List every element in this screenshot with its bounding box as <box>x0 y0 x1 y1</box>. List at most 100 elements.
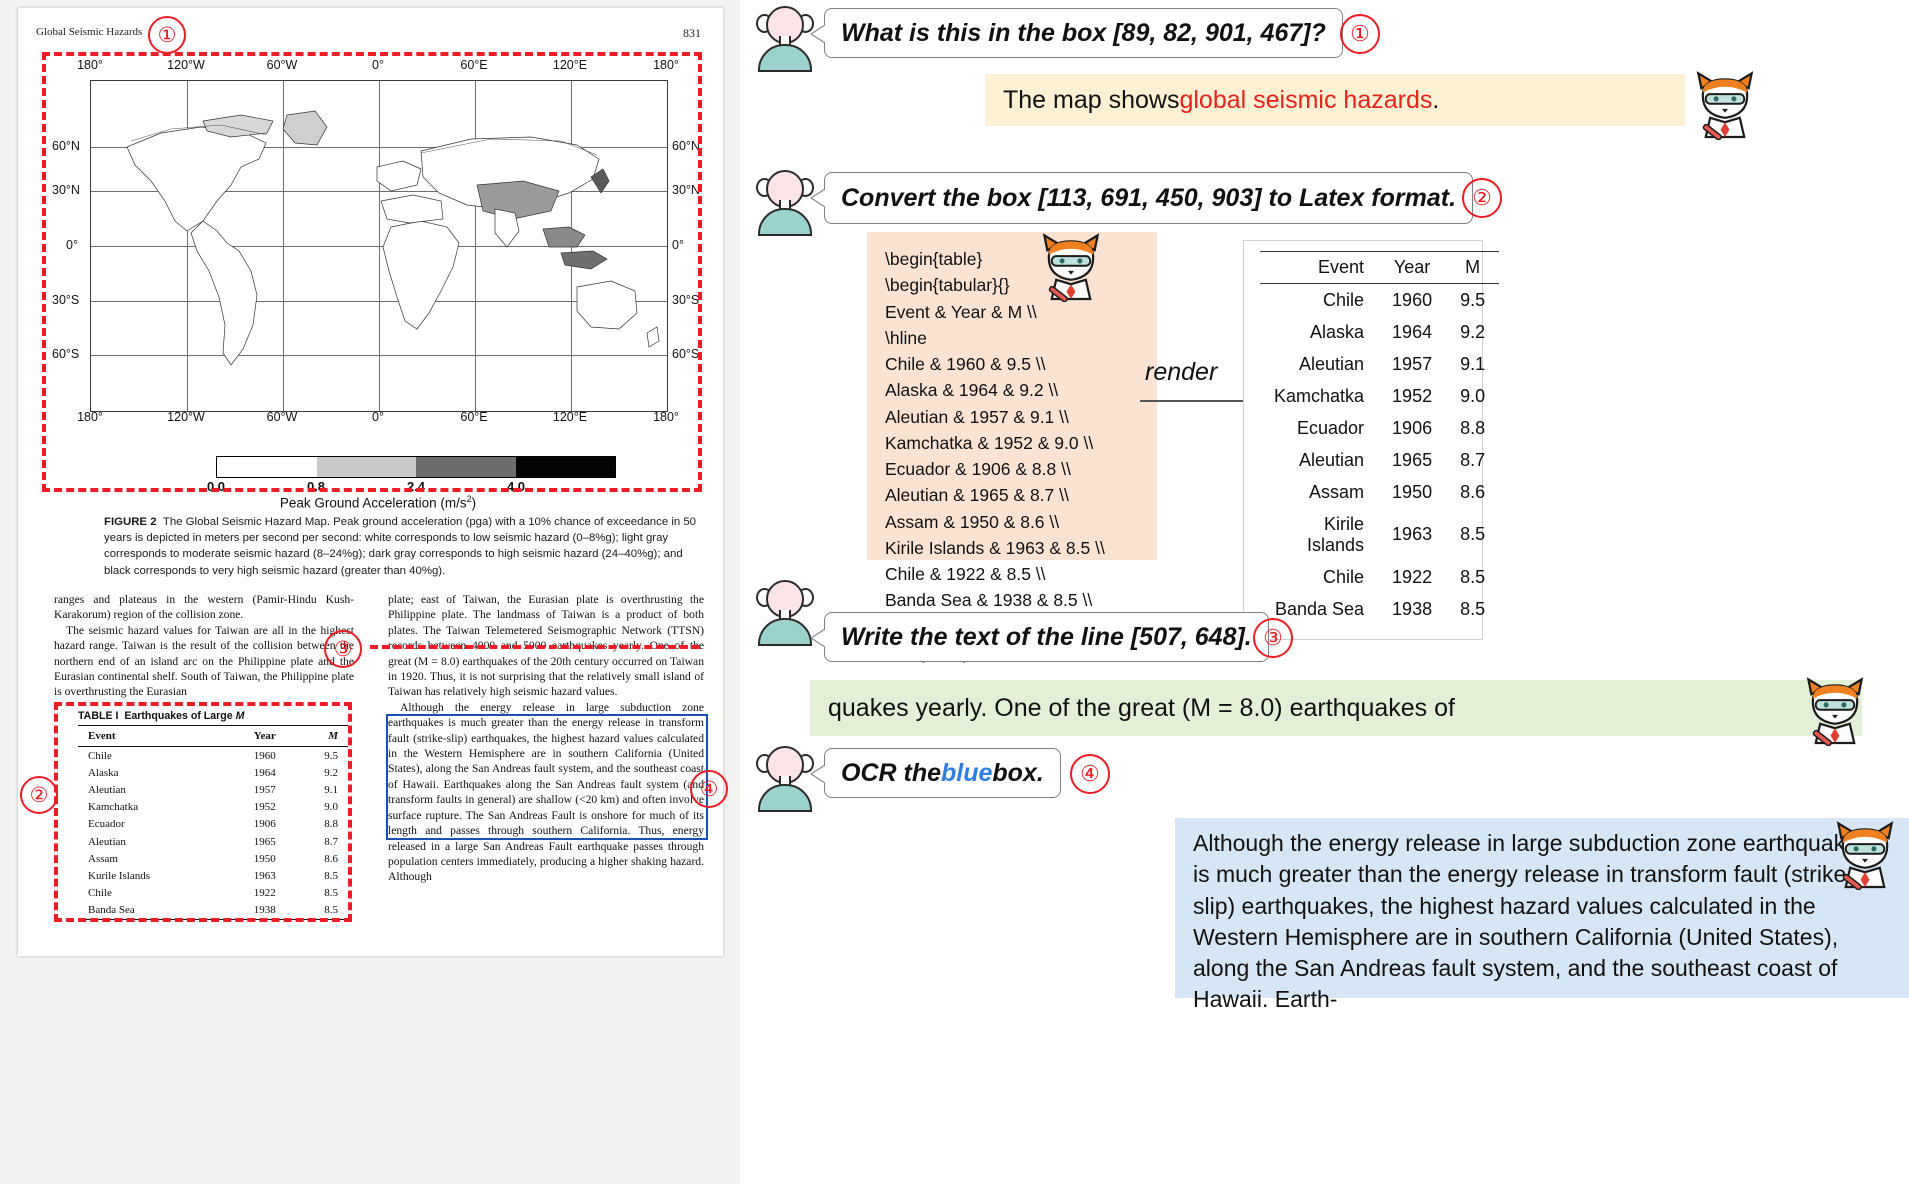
cell-event: Aleutian <box>1298 353 1365 374</box>
bubble-tail-icon-1 <box>812 25 826 43</box>
red-line-annotation <box>370 645 700 649</box>
cell-event: Ecuador <box>1297 417 1365 438</box>
marker-3-chat: ③ <box>1253 618 1293 658</box>
question-bubble-4[interactable]: OCR the blue box. <box>812 748 1061 798</box>
cell-event: Assam <box>1309 481 1365 502</box>
rendered-table-body: Chile 1960 9.5 Alaska 1964 9.2 Aleutian 1957 9.1… <box>1260 284 1499 626</box>
table-row: Aleutian 1957 9.1 <box>1260 348 1499 380</box>
bubble-tail-icon-2 <box>812 189 826 207</box>
answer-text-3: quakes yearly. One of the great (M = 8.0… <box>828 693 1455 722</box>
body-column-left: ranges and plateaus in the western (Pami… <box>54 592 354 700</box>
question-4-prefix: OCR the <box>841 758 941 787</box>
cell-magnitude: 8.7 <box>1460 449 1486 470</box>
table-row: Alaska 1964 9.2 <box>1260 316 1499 348</box>
question-text-1: What is this in the box [89, 82, 901, 46… <box>841 18 1326 47</box>
cell-event: Kirile Islands <box>1307 513 1365 555</box>
cell-event: Chile <box>1323 566 1365 587</box>
answer-bubble-4: Although the energy release in large sub… <box>1175 818 1909 1012</box>
answer-bubble-1: The map shows global seismic hazards. <box>985 74 1685 126</box>
bubble-tail-icon-3 <box>812 629 826 647</box>
cell-year: 1960 <box>1392 289 1433 310</box>
table-row: Kamchatka 1952 9.0 <box>1260 380 1499 412</box>
cell-year: 1952 <box>1392 385 1433 406</box>
answer-text-4: Although the energy release in large sub… <box>1193 830 1870 1013</box>
latex-code-block: \begin{table} \begin{tabular}{} Event & … <box>867 232 1157 663</box>
rendered-table: Event Year M Chile 1960 9.5 Alaska 1964 9.2 Al… <box>1243 240 1500 640</box>
rendered-table-element: Event Year M Chile 1960 9.5 Alaska 1964 9.2 Al… <box>1260 251 1500 626</box>
cell-year: 1965 <box>1392 449 1433 470</box>
question-bubble-3[interactable]: Write the text of the line [507, 648]. <box>812 612 1269 662</box>
table-row: Aleutian 1965 8.7 <box>1260 444 1499 476</box>
cell-event: Alaska <box>1310 321 1365 342</box>
figure-caption: FIGURE 2 The Global Seismic Hazard Map. … <box>104 514 704 579</box>
colorbar-title: Peak Ground Acceleration (m/s2) <box>68 494 688 511</box>
avatar-body-icon <box>758 44 812 72</box>
avatar-body-icon-2 <box>758 208 812 236</box>
marker-3-document: ③ <box>324 630 362 668</box>
bubble-tail-icon-4 <box>812 765 826 783</box>
table-row: Assam 1950 8.6 <box>1260 476 1499 508</box>
cell-magnitude: 8.5 <box>1460 598 1486 619</box>
figure-caption-label: FIGURE 2 <box>104 516 157 528</box>
figure-caption-text: The Global Seismic Hazard Map. Peak grou… <box>104 516 697 577</box>
answer-1-prefix: The map shows <box>1003 85 1180 114</box>
running-head: Global Seismic Hazards <box>36 26 143 38</box>
user-avatar-3 <box>752 578 814 646</box>
cell-year: 1950 <box>1392 481 1433 502</box>
answer-1-highlight: global seismic hazards <box>1179 85 1433 114</box>
colorbar-title-main: Peak Ground Acceleration (m/s <box>279 495 467 511</box>
blue-annotation-box <box>386 714 708 840</box>
question-bubble-2[interactable]: Convert the box [113, 691, 450, 903] to … <box>812 172 1474 224</box>
rendered-header-event: Event <box>1260 251 1379 284</box>
question-text-3: Write the text of the line [507, 648]. <box>841 622 1252 651</box>
marker-1-document: ① <box>148 16 186 54</box>
document-page: Global Seismic Hazards 831 180° 120°W 60… <box>18 8 728 956</box>
avatar-body-icon-4 <box>758 784 812 812</box>
question-4-suffix: box. <box>992 758 1044 787</box>
user-avatar-1 <box>752 4 814 72</box>
table-row: Chile 1922 8.5 <box>1260 561 1499 593</box>
assistant-fox-icon-4 <box>1836 821 1894 890</box>
cell-year: 1922 <box>1392 566 1433 587</box>
render-label: render <box>1145 358 1218 386</box>
red-box-table <box>54 702 352 922</box>
table-row: Kirile Islands 1963 8.5 <box>1260 508 1499 561</box>
rendered-header-year: Year <box>1378 251 1447 284</box>
rendered-header-row: Event Year M <box>1260 251 1500 284</box>
cell-year: 1963 <box>1392 524 1433 544</box>
table-row: Ecuador 1906 8.8 <box>1260 412 1499 444</box>
marker-2-chat: ② <box>1462 178 1502 218</box>
cell-magnitude: 8.5 <box>1460 524 1486 544</box>
answer-bubble-3: quakes yearly. One of the great (M = 8.0… <box>810 680 1862 736</box>
assistant-fox-icon-2 <box>1042 233 1100 302</box>
cell-year: 1906 <box>1392 417 1433 438</box>
question-bubble-1[interactable]: What is this in the box [89, 82, 901, 46… <box>812 8 1343 58</box>
page-number: 831 <box>683 26 701 40</box>
paragraph-left-1: ranges and plateaus in the western (Pami… <box>54 593 354 622</box>
cell-magnitude: 9.5 <box>1460 289 1486 310</box>
assistant-fox-icon-1 <box>1696 71 1754 140</box>
user-avatar-4 <box>752 744 814 812</box>
cell-magnitude: 8.8 <box>1460 417 1486 438</box>
question-4-highlight: blue <box>941 758 993 787</box>
paragraph-left-2: The seismic hazard values for Taiwan are… <box>54 623 354 699</box>
avatar-body-icon-3 <box>758 618 812 646</box>
cell-magnitude: 8.6 <box>1460 481 1486 502</box>
table-row: Banda Sea 1938 8.5 <box>1260 593 1499 625</box>
screenshot-root: Global Seismic Hazards 831 180° 120°W 60… <box>0 0 1909 1184</box>
cell-year: 1938 <box>1392 598 1433 619</box>
marker-4-document: ④ <box>690 770 728 808</box>
cell-event: Kamchatka <box>1274 385 1365 406</box>
user-avatar-2 <box>752 168 814 236</box>
cell-magnitude: 9.1 <box>1460 353 1486 374</box>
document-panel: Global Seismic Hazards 831 180° 120°W 60… <box>0 0 740 1184</box>
cell-year: 1957 <box>1392 353 1433 374</box>
cell-event: Chile <box>1323 289 1365 310</box>
answer-1-suffix: . <box>1432 85 1440 114</box>
question-text-2: Convert the box [113, 691, 450, 903] to … <box>841 183 1457 212</box>
cell-magnitude: 8.5 <box>1460 566 1486 587</box>
colorbar-title-end: ) <box>471 495 477 511</box>
cell-event: Aleutian <box>1298 449 1365 470</box>
cell-magnitude: 9.0 <box>1460 385 1486 406</box>
marker-1-chat: ① <box>1340 14 1380 54</box>
